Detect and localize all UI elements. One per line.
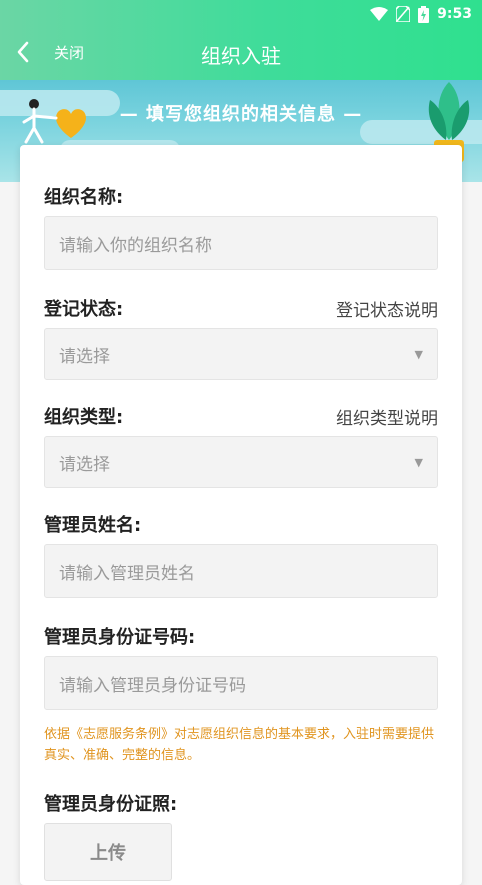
admin-id-photo-label: 管理员身份证照: bbox=[44, 794, 178, 815]
status-time: 9:53 bbox=[437, 6, 472, 22]
org-name-placeholder: 请输入你的组织名称 bbox=[59, 235, 212, 256]
admin-id-placeholder: 请输入管理员身份证号码 bbox=[59, 675, 246, 696]
reg-status-value: 请选择 bbox=[59, 346, 110, 367]
admin-id-input[interactable]: 请输入管理员身份证号码 bbox=[44, 656, 438, 710]
reg-status-label: 登记状态: bbox=[44, 299, 124, 320]
caret-down-icon: ▼ bbox=[414, 347, 423, 361]
org-name-input[interactable]: 请输入你的组织名称 bbox=[44, 216, 438, 270]
banner-text: — 填写您组织的相关信息 — bbox=[119, 104, 363, 125]
caret-down-icon: ▼ bbox=[414, 455, 423, 469]
status-bar: 9:53 bbox=[370, 4, 472, 24]
notice-text: 依据《志愿服务条例》对志愿组织信息的基本要求，入驻时需要提供真实、准确、完整的信… bbox=[44, 727, 435, 763]
admin-name-label: 管理员姓名: bbox=[44, 515, 142, 536]
reg-status-help-link[interactable]: 登记状态说明 bbox=[336, 296, 438, 321]
org-name-label: 组织名称: bbox=[44, 187, 124, 208]
admin-id-label: 管理员身份证号码: bbox=[44, 627, 196, 648]
no-sim-icon bbox=[396, 6, 411, 22]
org-type-help-link[interactable]: 组织类型说明 bbox=[336, 404, 438, 429]
app-header: 9:53 关闭 组织入驻 bbox=[0, 0, 482, 80]
org-type-label: 组织类型: bbox=[44, 407, 124, 428]
reg-status-select[interactable]: 请选择 ▼ bbox=[44, 328, 438, 380]
battery-charging-icon bbox=[418, 5, 430, 23]
upload-button[interactable]: 上传 bbox=[44, 823, 172, 881]
wifi-icon bbox=[370, 7, 389, 21]
org-type-value: 请选择 bbox=[59, 454, 110, 475]
admin-name-input[interactable]: 请输入管理员姓名 bbox=[44, 544, 438, 598]
admin-name-placeholder: 请输入管理员姓名 bbox=[59, 563, 195, 584]
org-type-select[interactable]: 请选择 ▼ bbox=[44, 436, 438, 488]
form-card: 组织名称: 请输入你的组织名称 登记状态: 登记状态说明 请选择 ▼ 组织类型:… bbox=[20, 145, 462, 885]
page-title: 组织入驻 bbox=[201, 44, 281, 68]
